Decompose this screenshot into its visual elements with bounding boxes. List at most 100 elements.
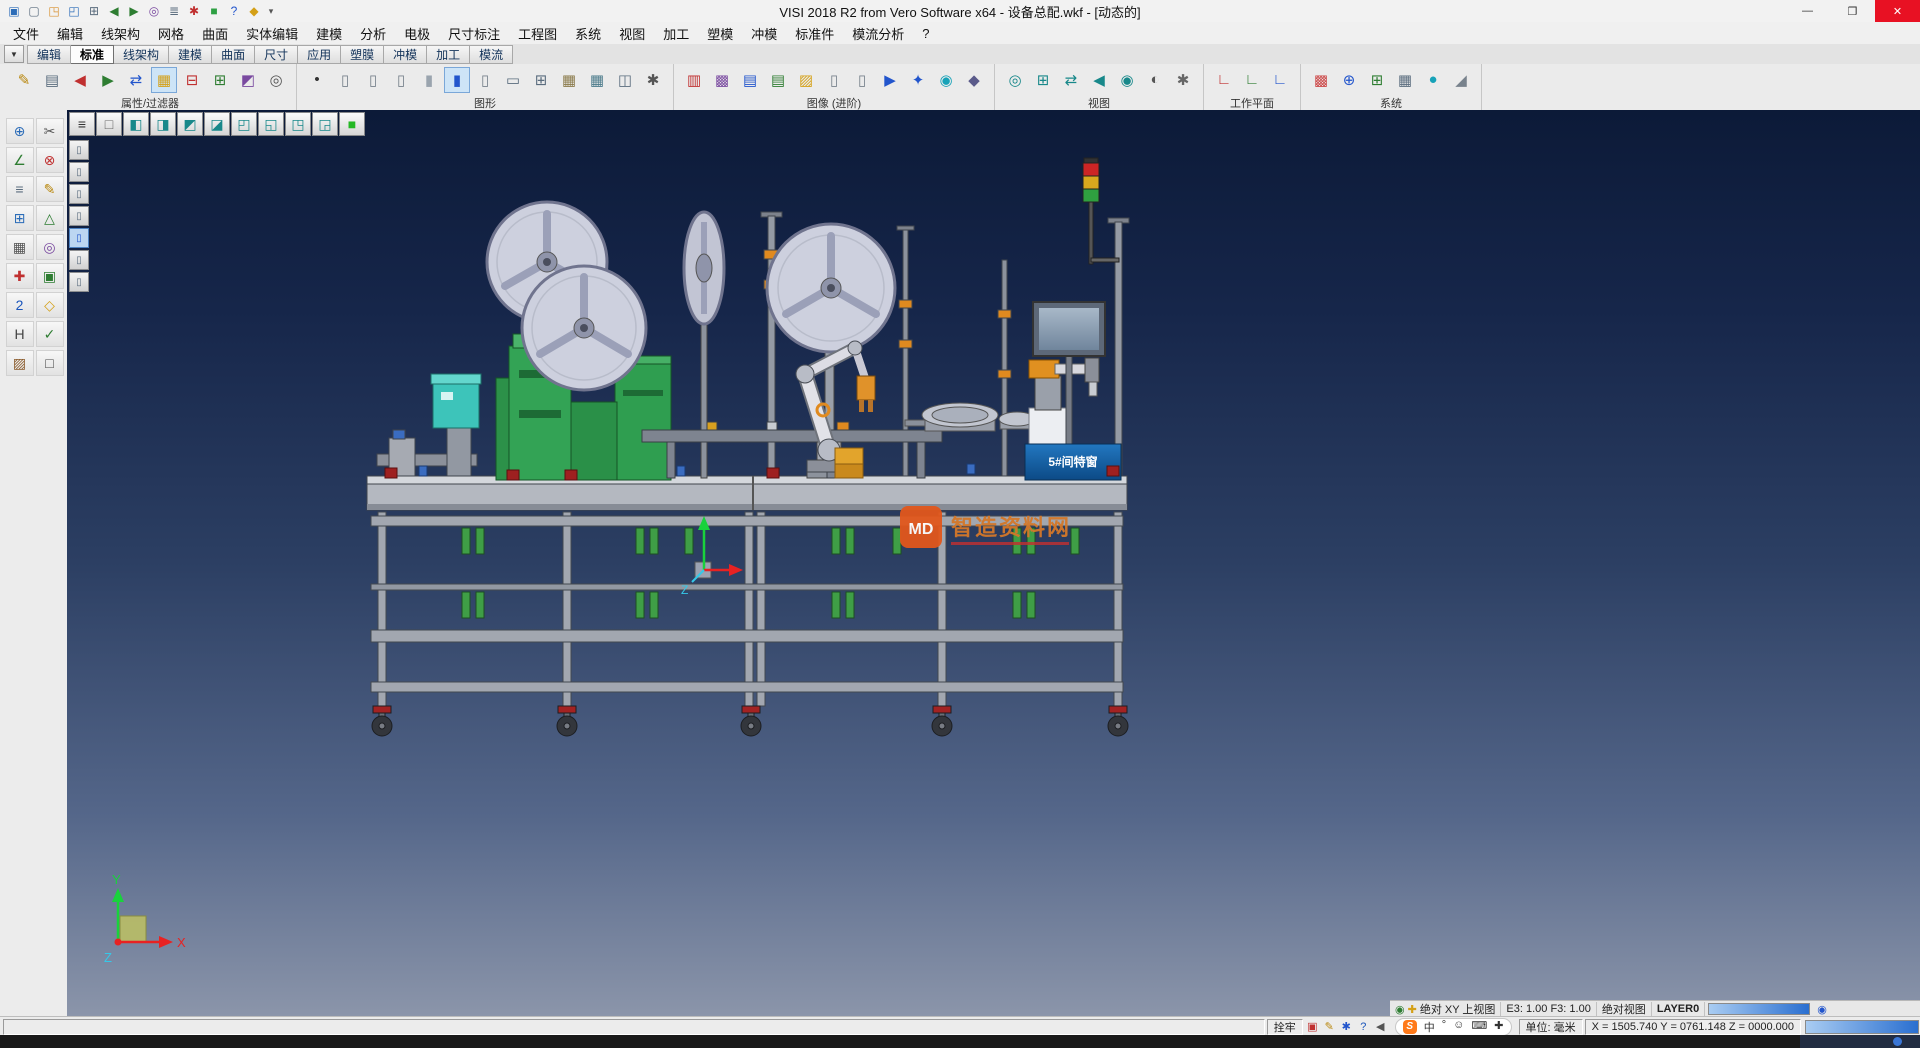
- solid-tool-icon[interactable]: ▣: [36, 263, 64, 289]
- tab[interactable]: 尺寸: [255, 45, 298, 64]
- drop-icon[interactable]: ◉: [933, 67, 959, 93]
- box-tool-icon[interactable]: □: [36, 350, 64, 376]
- list-tool-icon[interactable]: ≡: [6, 176, 34, 202]
- ime-item[interactable]: ☺: [1453, 1019, 1464, 1035]
- workplane-auto-icon[interactable]: ∟: [1239, 67, 1265, 93]
- visibility-icon[interactable]: ◐: [1142, 67, 1168, 93]
- status-tools-icon[interactable]: ✱: [1338, 1019, 1355, 1034]
- menu-item[interactable]: 塑模: [698, 22, 742, 45]
- view-rotate-icon[interactable]: ◉: [1114, 67, 1140, 93]
- view-menu-icon[interactable]: ≡: [69, 112, 95, 136]
- color-grid-icon[interactable]: ▩: [1308, 67, 1334, 93]
- view-prev-icon[interactable]: ◀: [1086, 67, 1112, 93]
- view-iso-icon[interactable]: ◧: [123, 112, 149, 136]
- zoom-fit-icon[interactable]: ◎: [1002, 67, 1028, 93]
- menu-item[interactable]: 标准件: [786, 22, 843, 45]
- layers-icon[interactable]: ≣: [164, 2, 184, 20]
- bar-icon[interactable]: ▮: [416, 67, 442, 93]
- view-wire-cube-icon[interactable]: □: [96, 112, 122, 136]
- view-shaded-icon[interactable]: ■: [339, 112, 365, 136]
- viewport-3d[interactable]: 5#间特窗 Z MD 智造资料网: [67, 110, 1920, 1016]
- rect-icon[interactable]: ▭: [500, 67, 526, 93]
- maximize-button[interactable]: ❐: [1830, 0, 1875, 22]
- zoom-window-icon[interactable]: ⊞: [1030, 67, 1056, 93]
- tab[interactable]: 塑膜: [341, 45, 384, 64]
- cylinder1-icon[interactable]: ▯: [332, 67, 358, 93]
- redo-icon[interactable]: ▶: [124, 2, 144, 20]
- filter-reset-icon[interactable]: ◎: [263, 67, 289, 93]
- sphere-icon[interactable]: ●: [1420, 67, 1446, 93]
- status-sound-icon[interactable]: ◀: [1372, 1019, 1389, 1034]
- bar-selected-icon[interactable]: ▮: [444, 67, 470, 93]
- filter-prev-icon[interactable]: ◀: [67, 67, 93, 93]
- lock-toggle[interactable]: 拴牢: [1267, 1019, 1303, 1035]
- grid-box-icon[interactable]: ⊞: [528, 67, 554, 93]
- menu-item[interactable]: 线架构: [92, 22, 149, 45]
- attr-copy-icon[interactable]: ▤: [39, 67, 65, 93]
- point-icon[interactable]: •: [304, 67, 330, 93]
- layer-toggle-2-icon[interactable]: ▯: [69, 162, 89, 182]
- view-back-icon[interactable]: ◩: [177, 112, 203, 136]
- select-tool-icon[interactable]: ⊕: [6, 118, 34, 144]
- tab[interactable]: 模流: [470, 45, 513, 64]
- filter-swap-icon[interactable]: ⇄: [123, 67, 149, 93]
- open-file-icon[interactable]: ◳: [44, 2, 64, 20]
- minimize-button[interactable]: —: [1785, 0, 1830, 22]
- crate1-icon[interactable]: ▦: [556, 67, 582, 93]
- texture-icon[interactable]: ▨: [793, 67, 819, 93]
- sketch-tool-icon[interactable]: ✎: [36, 176, 64, 202]
- ime-item[interactable]: 中: [1424, 1019, 1435, 1035]
- status-record-icon[interactable]: ▣: [1304, 1019, 1321, 1034]
- layer-cell[interactable]: LAYER0: [1652, 1002, 1705, 1016]
- workplane-xy-icon[interactable]: ∟: [1211, 67, 1237, 93]
- trim-tool-icon[interactable]: ✂: [36, 118, 64, 144]
- cube-icon[interactable]: ■: [204, 2, 224, 20]
- menu-item[interactable]: 实体编辑: [237, 22, 307, 45]
- menu-item[interactable]: 加工: [654, 22, 698, 45]
- layer-toggle-1-icon[interactable]: ▯: [69, 140, 89, 160]
- render2-icon[interactable]: ▩: [709, 67, 735, 93]
- undo-icon[interactable]: ◀: [104, 2, 124, 20]
- h-tool-icon[interactable]: H: [6, 321, 34, 347]
- absolute-view-cell[interactable]: 绝对视图: [1597, 1002, 1652, 1016]
- view-left-icon[interactable]: ◪: [204, 112, 230, 136]
- zoom-icon[interactable]: ◎: [144, 2, 164, 20]
- workplane-3pt-icon[interactable]: ∟: [1267, 67, 1293, 93]
- taskbar[interactable]: [0, 1035, 1920, 1048]
- hatch-tool-icon[interactable]: ▨: [6, 350, 34, 376]
- film1-icon[interactable]: ▤: [737, 67, 763, 93]
- view-right-icon[interactable]: ◰: [231, 112, 257, 136]
- tab[interactable]: 曲面: [212, 45, 255, 64]
- taskbar-network-icon[interactable]: [1893, 1037, 1902, 1046]
- sparkle-icon[interactable]: ✦: [905, 67, 931, 93]
- view-bottom-icon[interactable]: ◳: [285, 112, 311, 136]
- check-tool-icon[interactable]: ✓: [36, 321, 64, 347]
- menu-item[interactable]: 电极: [395, 22, 439, 45]
- menu-item[interactable]: 建模: [307, 22, 351, 45]
- panel-icon[interactable]: ◫: [612, 67, 638, 93]
- sogou-logo-icon[interactable]: S: [1403, 1020, 1417, 1034]
- menu-item[interactable]: 分析: [351, 22, 395, 45]
- diamond-tool-icon[interactable]: ◇: [36, 292, 64, 318]
- tab[interactable]: 加工: [427, 45, 470, 64]
- status-pen-icon[interactable]: ✎: [1321, 1019, 1338, 1034]
- tab[interactable]: 应用: [298, 45, 341, 64]
- tab[interactable]: 建模: [169, 45, 212, 64]
- view-front-icon[interactable]: ◨: [150, 112, 176, 136]
- menu-item[interactable]: 工程图: [509, 22, 566, 45]
- film2-icon[interactable]: ▤: [765, 67, 791, 93]
- save-icon[interactable]: ◰: [64, 2, 84, 20]
- network-icon[interactable]: ◉: [1813, 1003, 1831, 1016]
- status-help-icon[interactable]: ?: [1355, 1019, 1372, 1034]
- view-top-icon[interactable]: ◱: [258, 112, 284, 136]
- layer-toggle-7-icon[interactable]: ▯: [69, 272, 89, 292]
- menu-item[interactable]: 冲模: [742, 22, 786, 45]
- add-tool-icon[interactable]: ✚: [6, 263, 34, 289]
- attr-edit-icon[interactable]: ✎: [11, 67, 37, 93]
- new-file-icon[interactable]: ▢: [24, 2, 44, 20]
- target-tool-icon[interactable]: ◎: [36, 234, 64, 260]
- tab[interactable]: 编辑: [27, 45, 71, 64]
- ime-item[interactable]: ⌨: [1471, 1019, 1487, 1035]
- settings-icon[interactable]: ✱: [184, 2, 204, 20]
- taskbar-tray[interactable]: [1800, 1035, 1920, 1048]
